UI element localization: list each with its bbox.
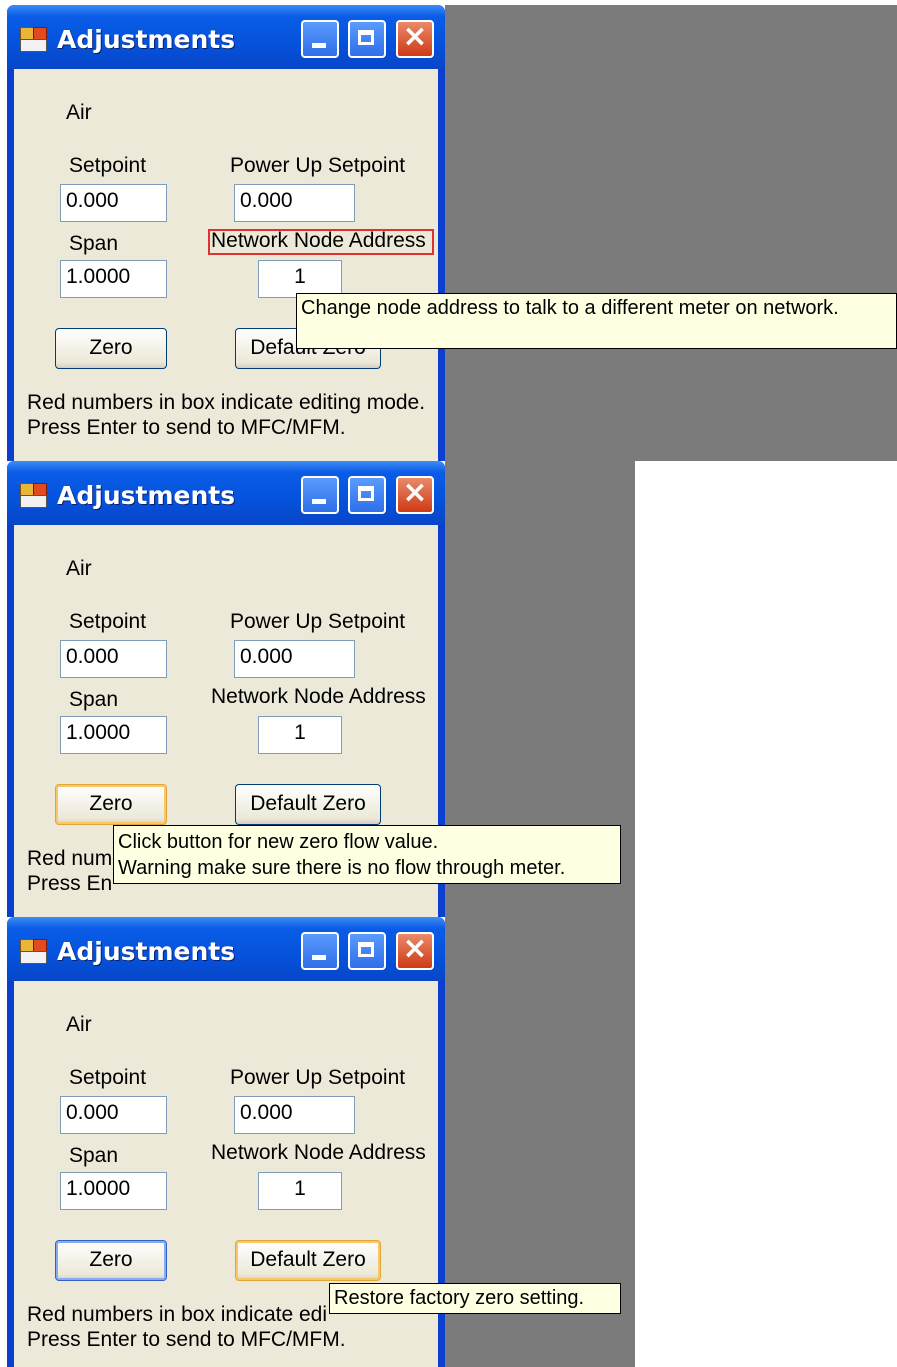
minimize-button[interactable] — [301, 20, 339, 58]
desktop-background — [445, 461, 635, 1367]
tooltip-line: Change node address to talk to a differe… — [301, 297, 839, 319]
default-zero-tooltip: Restore factory zero setting. — [329, 1283, 621, 1314]
window-title: Adjustments — [57, 481, 236, 510]
app-icon[interactable] — [20, 939, 47, 964]
default-zero-button[interactable]: Default Zero — [235, 1240, 381, 1281]
zero-button-tooltip: Click button for new zero flow value. Wa… — [113, 825, 621, 884]
setpoint-label: Setpoint — [69, 610, 147, 633]
close-button[interactable]: × — [396, 475, 434, 514]
power-up-setpoint-label: Power Up Setpoint — [230, 1066, 406, 1089]
span-input[interactable]: 1.0000 — [60, 716, 167, 754]
zero-button[interactable]: Zero — [55, 784, 167, 825]
gas-label: Air — [66, 101, 92, 124]
hint-line-2: Press En — [27, 872, 113, 895]
close-icon: × — [402, 475, 428, 510]
title-bar[interactable]: Adjustments × — [7, 461, 445, 525]
window-title: Adjustments — [57, 937, 236, 966]
power-up-setpoint-input[interactable]: 0.000 — [234, 184, 355, 222]
tooltip-line: Click button for new zero flow value. — [118, 831, 439, 853]
hint-line-2: Press Enter to send to MFC/MFM. — [27, 416, 346, 439]
default-zero-button[interactable]: Default Zero — [235, 784, 381, 825]
network-node-address-input[interactable]: 1 — [258, 1172, 342, 1210]
zero-button[interactable]: Zero — [55, 1240, 167, 1281]
minimize-button[interactable] — [301, 476, 339, 514]
power-up-setpoint-label: Power Up Setpoint — [230, 154, 406, 177]
app-icon[interactable] — [20, 27, 47, 52]
setpoint-input[interactable]: 0.000 — [60, 184, 167, 222]
node-address-tooltip: Change node address to talk to a differe… — [296, 293, 897, 349]
network-node-address-label: Network Node Address — [211, 229, 426, 252]
maximize-button[interactable] — [348, 932, 386, 970]
window-client: Air Setpoint Power Up Setpoint 0.000 0.0… — [14, 69, 438, 461]
network-node-address-label: Network Node Address — [211, 685, 426, 708]
network-node-address-label: Network Node Address — [211, 1141, 426, 1164]
window-title: Adjustments — [57, 25, 236, 54]
network-node-address-input[interactable]: 1 — [258, 716, 342, 754]
tooltip-line: Warning make sure there is no flow throu… — [118, 857, 566, 879]
maximize-button[interactable] — [348, 476, 386, 514]
span-label: Span — [69, 232, 119, 255]
hint-line-2: Press Enter to send to MFC/MFM. — [27, 1328, 346, 1351]
span-input[interactable]: 1.0000 — [60, 1172, 167, 1210]
setpoint-label: Setpoint — [69, 154, 147, 177]
title-bar[interactable]: Adjustments × — [7, 5, 445, 69]
minimize-button[interactable] — [301, 932, 339, 970]
hint-line-1: Red num — [27, 847, 113, 870]
tooltip-line: Restore factory zero setting. — [334, 1287, 585, 1309]
power-up-setpoint-input[interactable]: 0.000 — [234, 640, 355, 678]
maximize-button[interactable] — [348, 20, 386, 58]
power-up-setpoint-label: Power Up Setpoint — [230, 610, 406, 633]
app-icon[interactable] — [20, 483, 47, 508]
span-label: Span — [69, 1144, 119, 1167]
gas-label: Air — [66, 557, 92, 580]
desktop-background — [445, 5, 897, 461]
zero-button[interactable]: Zero — [55, 328, 167, 369]
power-up-setpoint-input[interactable]: 0.000 — [234, 1096, 355, 1134]
span-input[interactable]: 1.0000 — [60, 260, 167, 298]
hint-line-1: Red numbers in box indicate edi — [27, 1303, 328, 1326]
title-bar[interactable]: Adjustments × — [7, 917, 445, 981]
setpoint-input[interactable]: 0.000 — [60, 1096, 167, 1134]
gas-label: Air — [66, 1013, 92, 1036]
adjustments-window: Adjustments × Air Setpoint Power Up Setp… — [7, 5, 445, 461]
close-icon: × — [402, 931, 428, 966]
setpoint-input[interactable]: 0.000 — [60, 640, 167, 678]
setpoint-label: Setpoint — [69, 1066, 147, 1089]
hint-line-1: Red numbers in box indicate editing mode… — [27, 391, 426, 414]
close-button[interactable]: × — [396, 19, 434, 58]
close-icon: × — [402, 19, 428, 54]
close-button[interactable]: × — [396, 931, 434, 970]
span-label: Span — [69, 688, 119, 711]
